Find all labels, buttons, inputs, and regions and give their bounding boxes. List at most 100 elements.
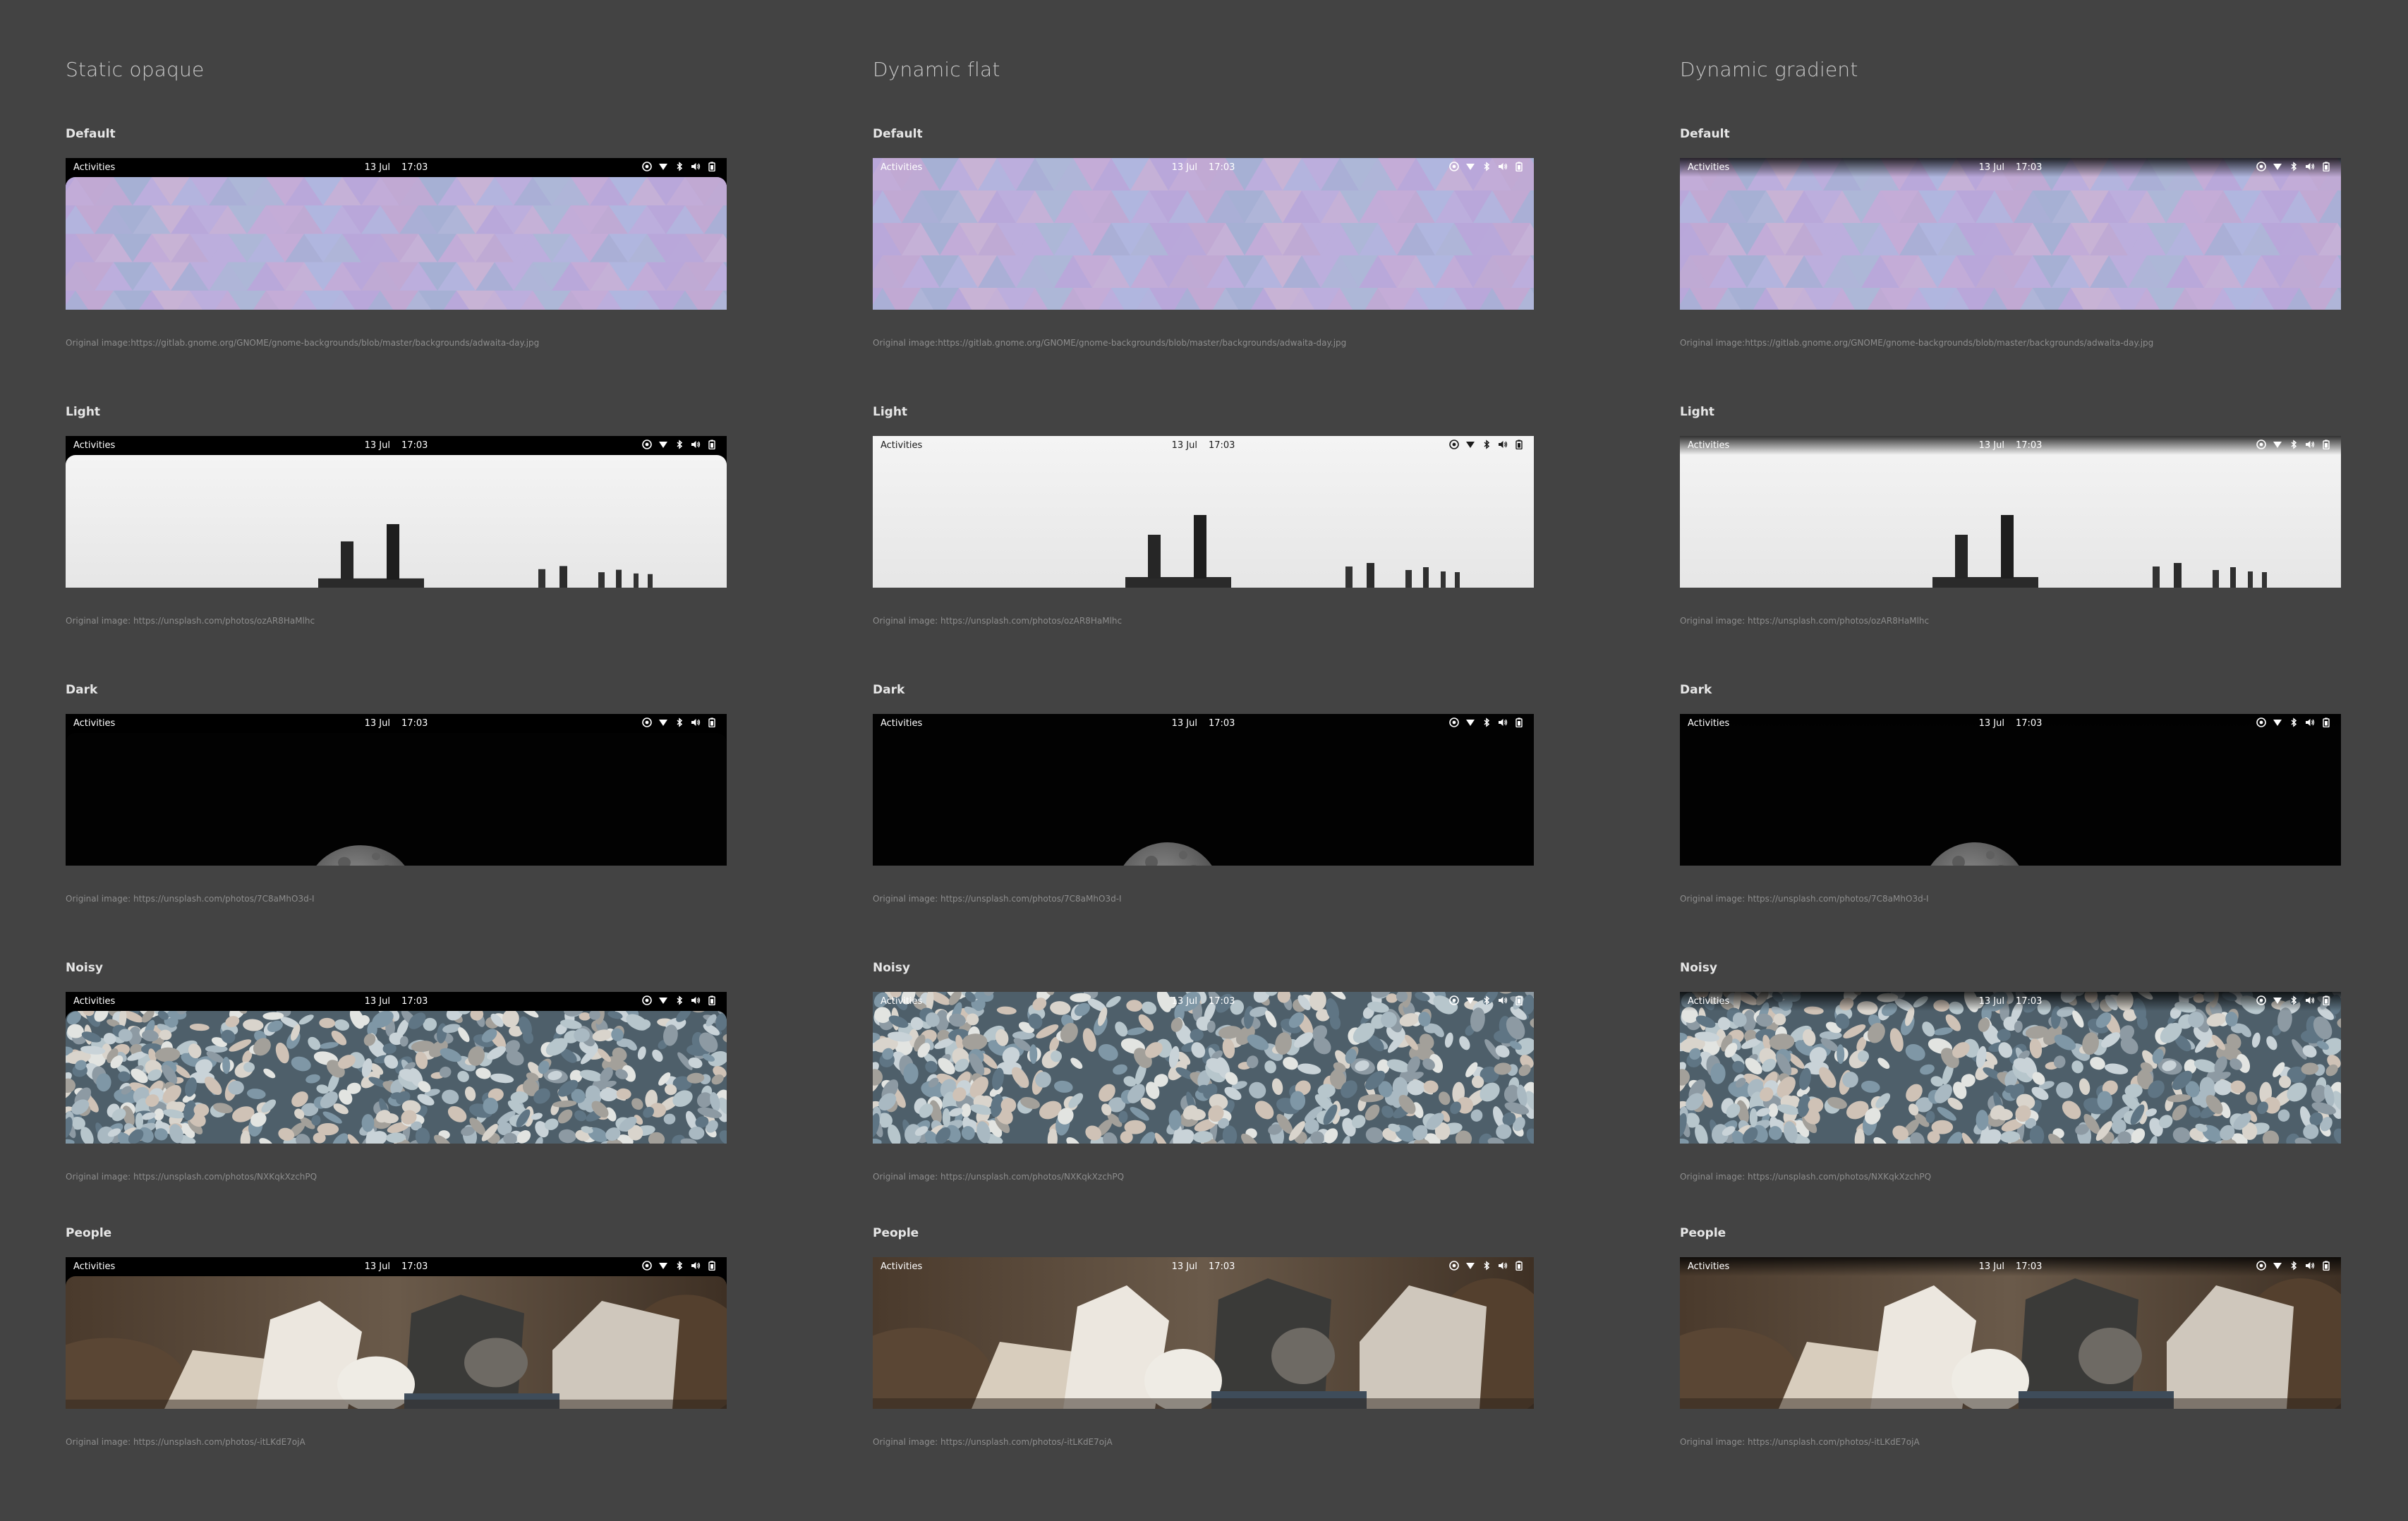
volume-icon[interactable] bbox=[691, 995, 701, 1005]
system-tray[interactable] bbox=[2256, 995, 2331, 1005]
battery-icon[interactable] bbox=[1514, 995, 1524, 1005]
accessibility-icon[interactable] bbox=[642, 995, 652, 1005]
accessibility-icon[interactable] bbox=[1449, 995, 1459, 1005]
clock[interactable]: 13 Jul 17:03 bbox=[873, 440, 1534, 451]
volume-icon[interactable] bbox=[691, 1261, 701, 1271]
system-tray[interactable] bbox=[1449, 995, 1524, 1005]
clock[interactable]: 13 Jul 17:03 bbox=[66, 440, 727, 451]
battery-icon[interactable] bbox=[707, 1261, 717, 1271]
clock[interactable]: 13 Jul 17:03 bbox=[1680, 718, 2341, 729]
volume-icon[interactable] bbox=[2305, 1261, 2315, 1271]
system-tray[interactable] bbox=[2256, 717, 2331, 727]
system-tray[interactable] bbox=[2256, 440, 2331, 449]
accessibility-icon[interactable] bbox=[2256, 440, 2266, 449]
clock[interactable]: 13 Jul 17:03 bbox=[1680, 440, 2341, 451]
battery-icon[interactable] bbox=[2321, 995, 2331, 1005]
volume-icon[interactable] bbox=[2305, 995, 2315, 1005]
volume-icon[interactable] bbox=[2305, 717, 2315, 727]
bluetooth-icon[interactable] bbox=[2289, 162, 2299, 171]
wifi-icon[interactable] bbox=[658, 995, 668, 1005]
bluetooth-icon[interactable] bbox=[2289, 717, 2299, 727]
clock[interactable]: 13 Jul 17:03 bbox=[873, 996, 1534, 1007]
system-tray[interactable] bbox=[642, 1261, 717, 1271]
clock[interactable]: 13 Jul 17:03 bbox=[873, 718, 1534, 729]
wifi-icon[interactable] bbox=[1465, 717, 1475, 727]
system-tray[interactable] bbox=[642, 995, 717, 1005]
battery-icon[interactable] bbox=[1514, 440, 1524, 449]
battery-icon[interactable] bbox=[707, 717, 717, 727]
battery-icon[interactable] bbox=[1514, 717, 1524, 727]
battery-icon[interactable] bbox=[2321, 162, 2331, 171]
wifi-icon[interactable] bbox=[658, 1261, 668, 1271]
bluetooth-icon[interactable] bbox=[1482, 440, 1492, 449]
system-tray[interactable] bbox=[642, 717, 717, 727]
volume-icon[interactable] bbox=[2305, 440, 2315, 449]
battery-icon[interactable] bbox=[707, 995, 717, 1005]
accessibility-icon[interactable] bbox=[1449, 440, 1459, 449]
battery-icon[interactable] bbox=[2321, 717, 2331, 727]
accessibility-icon[interactable] bbox=[2256, 162, 2266, 171]
clock[interactable]: 13 Jul 17:03 bbox=[66, 162, 727, 173]
accessibility-icon[interactable] bbox=[1449, 162, 1459, 171]
bluetooth-icon[interactable] bbox=[1482, 162, 1492, 171]
clock[interactable]: 13 Jul 17:03 bbox=[66, 1261, 727, 1272]
accessibility-icon[interactable] bbox=[2256, 717, 2266, 727]
volume-icon[interactable] bbox=[1498, 1261, 1508, 1271]
wifi-icon[interactable] bbox=[1465, 440, 1475, 449]
clock[interactable]: 13 Jul 17:03 bbox=[66, 718, 727, 729]
bluetooth-icon[interactable] bbox=[1482, 1261, 1492, 1271]
battery-icon[interactable] bbox=[707, 162, 717, 171]
volume-icon[interactable] bbox=[1498, 995, 1508, 1005]
bluetooth-icon[interactable] bbox=[2289, 995, 2299, 1005]
bluetooth-icon[interactable] bbox=[674, 440, 684, 449]
bluetooth-icon[interactable] bbox=[1482, 717, 1492, 727]
clock[interactable]: 13 Jul 17:03 bbox=[1680, 1261, 2341, 1272]
wifi-icon[interactable] bbox=[2273, 995, 2282, 1005]
system-tray[interactable] bbox=[642, 440, 717, 449]
wifi-icon[interactable] bbox=[2273, 1261, 2282, 1271]
wifi-icon[interactable] bbox=[1465, 995, 1475, 1005]
bluetooth-icon[interactable] bbox=[674, 995, 684, 1005]
wifi-icon[interactable] bbox=[2273, 440, 2282, 449]
wifi-icon[interactable] bbox=[658, 440, 668, 449]
accessibility-icon[interactable] bbox=[2256, 995, 2266, 1005]
accessibility-icon[interactable] bbox=[642, 717, 652, 727]
clock[interactable]: 13 Jul 17:03 bbox=[66, 996, 727, 1007]
system-tray[interactable] bbox=[1449, 717, 1524, 727]
volume-icon[interactable] bbox=[1498, 440, 1508, 449]
accessibility-icon[interactable] bbox=[1449, 1261, 1459, 1271]
battery-icon[interactable] bbox=[707, 440, 717, 449]
system-tray[interactable] bbox=[1449, 162, 1524, 171]
clock[interactable]: 13 Jul 17:03 bbox=[1680, 996, 2341, 1007]
bluetooth-icon[interactable] bbox=[674, 162, 684, 171]
bluetooth-icon[interactable] bbox=[674, 1261, 684, 1271]
system-tray[interactable] bbox=[2256, 162, 2331, 171]
battery-icon[interactable] bbox=[1514, 1261, 1524, 1271]
battery-icon[interactable] bbox=[2321, 1261, 2331, 1271]
battery-icon[interactable] bbox=[2321, 440, 2331, 449]
clock[interactable]: 13 Jul 17:03 bbox=[1680, 162, 2341, 173]
bluetooth-icon[interactable] bbox=[674, 717, 684, 727]
wifi-icon[interactable] bbox=[2273, 162, 2282, 171]
wifi-icon[interactable] bbox=[658, 162, 668, 171]
volume-icon[interactable] bbox=[1498, 162, 1508, 171]
bluetooth-icon[interactable] bbox=[2289, 440, 2299, 449]
wifi-icon[interactable] bbox=[1465, 1261, 1475, 1271]
system-tray[interactable] bbox=[642, 162, 717, 171]
volume-icon[interactable] bbox=[691, 717, 701, 727]
accessibility-icon[interactable] bbox=[1449, 717, 1459, 727]
battery-icon[interactable] bbox=[1514, 162, 1524, 171]
wifi-icon[interactable] bbox=[1465, 162, 1475, 171]
bluetooth-icon[interactable] bbox=[2289, 1261, 2299, 1271]
system-tray[interactable] bbox=[2256, 1261, 2331, 1271]
volume-icon[interactable] bbox=[2305, 162, 2315, 171]
volume-icon[interactable] bbox=[691, 440, 701, 449]
clock[interactable]: 13 Jul 17:03 bbox=[873, 1261, 1534, 1272]
accessibility-icon[interactable] bbox=[642, 1261, 652, 1271]
accessibility-icon[interactable] bbox=[642, 440, 652, 449]
clock[interactable]: 13 Jul 17:03 bbox=[873, 162, 1534, 173]
volume-icon[interactable] bbox=[691, 162, 701, 171]
wifi-icon[interactable] bbox=[658, 717, 668, 727]
system-tray[interactable] bbox=[1449, 440, 1524, 449]
system-tray[interactable] bbox=[1449, 1261, 1524, 1271]
